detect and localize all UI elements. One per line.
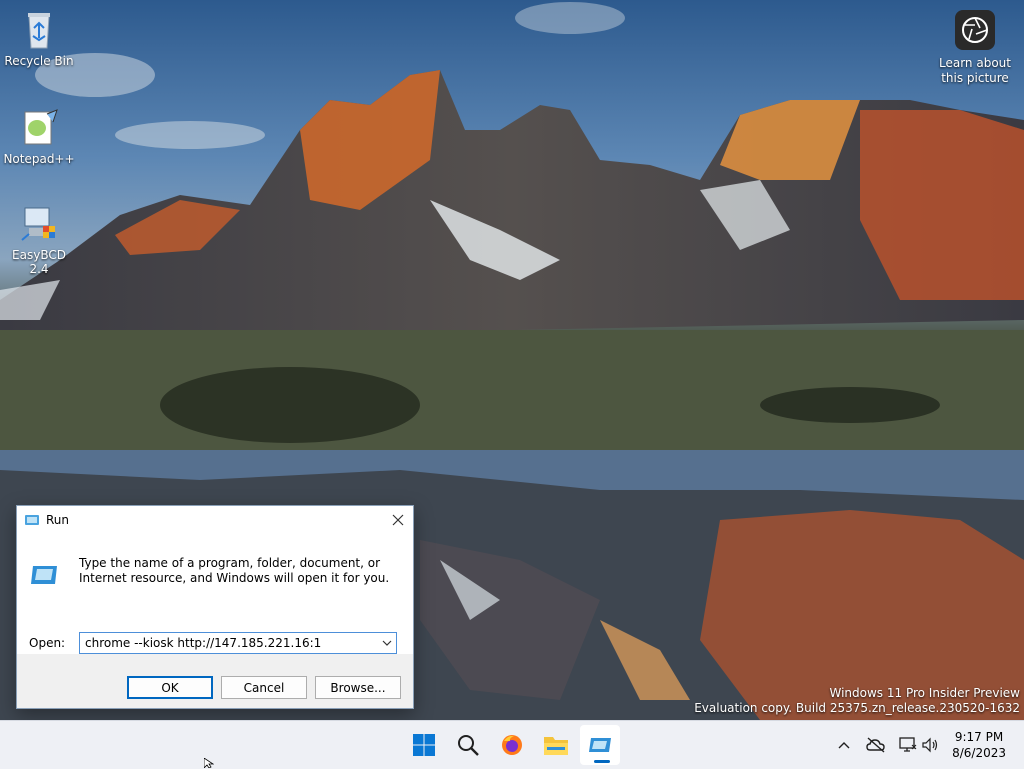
desktop-icon-label: Notepad++ [3, 152, 75, 166]
open-label: Open: [29, 636, 66, 650]
open-input[interactable] [80, 635, 378, 651]
evaluation-watermark: Windows 11 Pro Insider Preview Evaluatio… [694, 686, 1020, 716]
volume-button[interactable] [920, 735, 940, 755]
run-dialog-body: Type the name of a program, folder, docu… [17, 534, 413, 654]
network-button[interactable] [898, 735, 918, 755]
easybcd-icon [21, 207, 55, 241]
taskbar-clock[interactable]: 9:17 PM 8/6/2023 [952, 729, 1006, 761]
active-app-indicator [594, 760, 610, 763]
start-button[interactable] [404, 725, 444, 765]
cancel-button[interactable]: Cancel [221, 676, 307, 699]
desktop-icon-label: Recycle Bin [4, 54, 74, 68]
run-icon [589, 738, 611, 752]
taskbar-run[interactable] [580, 725, 620, 765]
ok-button[interactable]: OK [127, 676, 213, 699]
browse-button[interactable]: Browse... [315, 676, 401, 699]
search-button[interactable] [448, 725, 488, 765]
run-dialog-footer: OK Cancel Browse... [17, 654, 413, 706]
start-icon [413, 734, 435, 756]
open-dropdown-button[interactable] [378, 633, 396, 653]
clock-date: 8/6/2023 [952, 746, 1006, 760]
watermark-line-2: Evaluation copy. Build 25375.zn_release.… [694, 701, 1020, 715]
search-icon [458, 735, 479, 756]
chevron-down-icon [382, 640, 392, 646]
taskbar-file-explorer[interactable] [536, 725, 576, 765]
learn-about-picture[interactable]: Learn about this picture [936, 10, 1014, 86]
desktop-icon-notepad-plus-plus[interactable]: Notepad++ [1, 108, 77, 166]
run-dialog-titlebar[interactable]: Run [17, 506, 413, 534]
camera-lens-icon [962, 17, 988, 43]
taskbar: 9:17 PM 8/6/2023 [0, 720, 1024, 769]
watermark-line-1: Windows 11 Pro Insider Preview [829, 686, 1020, 700]
show-hidden-icons-button[interactable] [834, 735, 854, 755]
desktop-icon-recycle-bin[interactable]: Recycle Bin [1, 10, 77, 68]
recycle-bin-icon [28, 13, 50, 49]
open-combobox[interactable] [79, 632, 397, 654]
onedrive-offline-button[interactable] [866, 735, 886, 755]
learn-about-picture-label: Learn about this picture [939, 56, 1011, 85]
desktop-icon-label: EasyBCD 2.4 [12, 248, 66, 276]
desktop-icon-easybcd[interactable]: EasyBCD 2.4 [1, 204, 77, 276]
firefox-icon [502, 735, 522, 755]
learn-about-picture-badge [955, 10, 995, 50]
mouse-cursor-icon [204, 758, 214, 768]
chevron-up-icon [838, 742, 850, 749]
volume-icon [922, 737, 938, 753]
taskbar-firefox[interactable] [492, 725, 532, 765]
clock-time: 9:17 PM [954, 730, 1004, 744]
close-button[interactable] [383, 506, 413, 534]
run-icon [25, 515, 39, 525]
run-dialog-title: Run [46, 513, 70, 527]
close-icon [392, 514, 404, 526]
run-dialog: Run Type the name of a program, folder, … [16, 505, 414, 709]
network-offline-icon [866, 737, 885, 753]
display-icon [899, 737, 917, 752]
run-large-icon [31, 566, 57, 584]
file-explorer-icon [544, 737, 568, 755]
run-dialog-description: Type the name of a program, folder, docu… [79, 556, 390, 585]
notepad-plus-plus-icon [24, 109, 58, 145]
